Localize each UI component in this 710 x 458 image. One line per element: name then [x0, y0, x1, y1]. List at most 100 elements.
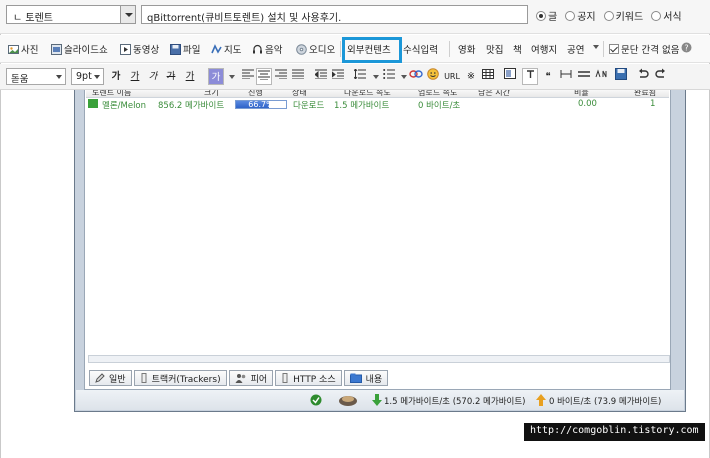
align-center-button[interactable] [256, 68, 272, 85]
table-button[interactable] [480, 68, 496, 85]
format-toolbar: 돋움 9pt 가 가 가 가 가 가 URL ※ ❝ [0, 64, 710, 90]
quote-button[interactable]: ❝ [540, 68, 556, 85]
strike-button[interactable]: 가 [163, 68, 179, 85]
tab-general[interactable]: 일반 [89, 370, 132, 386]
tab-http-sources[interactable]: HTTP 소스 [275, 370, 342, 386]
insert-photo-button[interactable]: 사진 [8, 42, 38, 56]
category-restaurant-button[interactable]: 맛집 [486, 42, 503, 56]
radio-dot-icon [651, 10, 662, 21]
toolbar-divider [340, 41, 341, 57]
radio-dot-icon [603, 10, 614, 21]
column-header: 완료됨 [634, 90, 657, 97]
text-box-icon [526, 70, 534, 78]
text-box-button[interactable] [522, 68, 538, 85]
underline-button[interactable]: 가 [127, 68, 143, 85]
more-categories-button[interactable] [593, 45, 599, 49]
column-header: 상태 [292, 90, 307, 97]
indent-button[interactable] [330, 68, 346, 85]
status-upload: 0 바이트/초 (73.9 메가바이트) [549, 397, 662, 407]
category-book-button[interactable]: 책 [513, 42, 522, 56]
completed: 1 [650, 99, 656, 109]
link-button[interactable] [408, 68, 424, 85]
chevron-down-icon [56, 75, 62, 79]
speed-limit-icon [339, 396, 357, 406]
insert-slideshow-button[interactable]: 슬라이드쇼 [51, 42, 108, 56]
formula-button[interactable]: 수식입력 [403, 42, 438, 56]
insert-music-button[interactable]: 음악 [252, 42, 282, 56]
redo-button[interactable] [653, 68, 669, 85]
paragraph-gap-label: 문단 간격 없음 [621, 45, 680, 56]
save-button[interactable] [613, 68, 629, 85]
quote-box-button[interactable] [502, 68, 518, 85]
toolbar-divider [603, 41, 604, 57]
radio-label: 서식 [663, 12, 682, 23]
emoticon-button[interactable] [425, 68, 441, 85]
tab-peers[interactable]: 피어 [228, 370, 274, 386]
insert-video-button[interactable]: 동영상 [120, 42, 159, 56]
outdent-icon [314, 69, 327, 80]
divider-button[interactable] [558, 68, 574, 85]
bold-button[interactable]: 가 [108, 68, 124, 85]
align-right-button[interactable] [273, 68, 289, 85]
torrent-status: 다운로드 [293, 101, 325, 111]
source-icon [282, 373, 288, 383]
download-arrow-icon [88, 99, 98, 108]
insert-audio-button[interactable]: 오디오 [296, 42, 335, 56]
svg-text:?: ? [684, 43, 688, 52]
radio-keyword[interactable]: 키워드 [603, 8, 643, 23]
indent-icon [331, 69, 344, 80]
url-button[interactable]: URL [443, 68, 461, 85]
bg-color-dropdown[interactable] [224, 68, 240, 85]
chevron-down-icon [229, 75, 235, 79]
font-size-select[interactable]: 9pt [71, 68, 104, 85]
align-justify-button[interactable] [290, 68, 306, 85]
column-header: 업로드 속도 [418, 90, 458, 97]
watermark: http://comgoblin.tistory.com [524, 423, 705, 441]
table-icon [482, 69, 494, 79]
column-header: 토렌트 이름 [92, 90, 132, 97]
connection-icon [310, 394, 322, 406]
help-button[interactable]: ? [681, 42, 692, 53]
undo-button[interactable] [635, 68, 651, 85]
download-speed: 1.5 메가바이트 [334, 101, 390, 111]
torrent-list-header: 토렌트 이름 크기 진행 상태 다운로드 속도 업로드 속도 남은 시간 비율 … [86, 90, 669, 98]
tab-trackers[interactable]: 트랙커(Trackers) [133, 370, 227, 386]
radio-notice[interactable]: 공지 [565, 8, 596, 23]
column-header: 크기 [204, 90, 219, 97]
category-select[interactable]: ㄴ 토렌트 [6, 5, 136, 24]
post-header-bar: ㄴ 토렌트 qBittorrent(큐비트토렌트) 설치 및 사용후기. 글 공… [0, 0, 710, 34]
bg-color-button[interactable]: 가 [208, 68, 224, 85]
help-icon: ? [681, 42, 692, 53]
outdent-button[interactable] [313, 68, 329, 85]
chevron-down-icon[interactable] [120, 6, 135, 23]
italic-button[interactable]: 가 [145, 68, 161, 85]
category-movie-button[interactable]: 영화 [458, 42, 475, 56]
line-height-button[interactable] [352, 68, 368, 85]
tab-content[interactable]: 내용 [343, 370, 389, 386]
category-value: ㄴ 토렌트 [13, 13, 53, 24]
insert-label: 파일 [183, 45, 201, 56]
insert-map-button[interactable]: 지도 [211, 42, 241, 56]
font-family-select[interactable]: 돋움 [6, 68, 66, 85]
radio-post[interactable]: 글 [536, 8, 557, 23]
radio-template[interactable]: 서식 [651, 8, 682, 23]
font-color-button[interactable]: 가 [182, 68, 198, 85]
slideshow-icon [51, 43, 62, 55]
special-char-button[interactable]: ※ [463, 68, 479, 85]
list-button[interactable] [381, 68, 397, 85]
checkbox-icon [609, 44, 619, 54]
category-performance-button[interactable]: 공연 [567, 42, 584, 56]
align-left-button[interactable] [240, 68, 256, 85]
horizontal-scrollbar[interactable] [88, 355, 670, 363]
paragraph-gap-toggle[interactable]: 문단 간격 없음 [609, 42, 679, 56]
insert-label: 사진 [21, 45, 39, 56]
more-format-button[interactable] [594, 68, 610, 85]
insert-file-button[interactable]: 파일 [170, 42, 200, 56]
category-travel-button[interactable]: 여행지 [531, 42, 557, 56]
headphones-icon [253, 44, 262, 53]
table-row[interactable]: 멜론/Melon 856.2 메가바이트 66.7% 다운로드 1.5 메가바이… [88, 99, 667, 111]
post-title-input[interactable]: qBittorrent(큐비트토렌트) 설치 및 사용후기. [141, 5, 528, 24]
upload-speed: 0 바이트/초 [418, 101, 461, 111]
horizontal-line-button[interactable] [576, 68, 592, 85]
progress-bar: 66.7% [235, 100, 287, 109]
